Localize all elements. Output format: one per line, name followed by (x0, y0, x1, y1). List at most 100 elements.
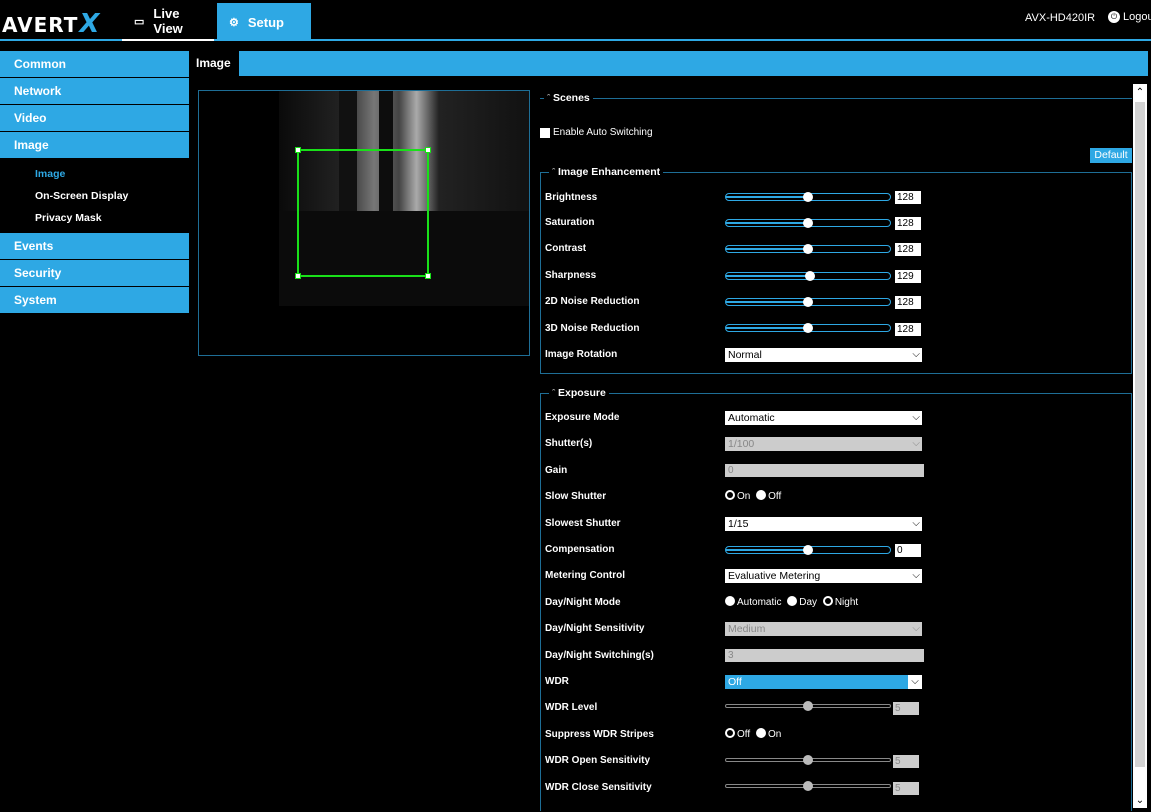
auto-switching-checkbox[interactable] (540, 128, 550, 138)
roi-handle[interactable] (425, 147, 431, 153)
sidebar-subitem-image[interactable]: Image (0, 163, 189, 185)
sharpness-value[interactable]: 129 (895, 270, 921, 283)
sidebar-item-system[interactable]: System (0, 287, 189, 313)
sidebar-item-network[interactable]: Network (0, 78, 189, 104)
slow-shutter-off-radio[interactable] (756, 490, 767, 500)
slowest-shutter-value: 1/15 (728, 518, 749, 530)
roi-box[interactable] (295, 147, 431, 279)
metering-select[interactable]: Evaluative Metering ⌵ (725, 569, 922, 583)
daynight-day-radio[interactable] (787, 596, 798, 606)
saturation-label: Saturation (545, 217, 595, 228)
daynight-auto-label: Automatic (737, 597, 782, 608)
wdr-close-value[interactable]: 5 (893, 782, 919, 795)
gain-input[interactable]: 0 (725, 464, 924, 477)
roi-handle[interactable] (295, 147, 301, 153)
brightness-label: Brightness (545, 192, 598, 203)
switching-input[interactable]: 3 (725, 649, 924, 662)
nav-live-view-label: Live View (153, 6, 183, 36)
wdr-level-value[interactable]: 5 (893, 702, 919, 715)
video-preview (198, 90, 530, 356)
nr2d-slider[interactable] (725, 297, 891, 307)
sharpness-label: Sharpness (545, 270, 597, 281)
nav-setup[interactable]: ⚙ Setup (217, 3, 311, 41)
shutter-label: Shutter(s) (545, 438, 593, 449)
sidebar-subitem-privacy-mask[interactable]: Privacy Mask (0, 207, 189, 229)
compensation-slider[interactable] (725, 545, 891, 555)
wdr-level-slider[interactable] (725, 701, 891, 711)
sidebar-item-common[interactable]: Common (0, 51, 189, 77)
sidebar-item-video[interactable]: Video (0, 105, 189, 131)
sidebar-item-security[interactable]: Security (0, 260, 189, 286)
sensitivity-select[interactable]: Medium ⌵ (725, 622, 922, 636)
chevron-down-icon: ⌵ (912, 518, 920, 529)
slow-shutter-on-radio[interactable] (725, 490, 735, 500)
wdr-select[interactable]: Off ⌵ (725, 675, 922, 689)
scrollbar-thumb[interactable] (1135, 102, 1145, 767)
rotation-label: Image Rotation (545, 349, 618, 360)
wdr-open-label: WDR Open Sensitivity (545, 755, 651, 766)
saturation-value[interactable]: 128 (895, 217, 921, 230)
contrast-label: Contrast (545, 243, 587, 254)
auto-switching-label: Enable Auto Switching (553, 127, 653, 138)
sharpness-slider[interactable] (725, 271, 891, 281)
shutter-value: 1/100 (728, 438, 755, 450)
nr2d-value[interactable]: 128 (895, 296, 921, 309)
suppress-radios: Off On (725, 728, 784, 740)
rotation-select[interactable]: Normal ⌵ (725, 348, 922, 362)
slowest-shutter-label: Slowest Shutter (545, 518, 621, 529)
daynight-night-radio[interactable] (822, 596, 833, 606)
wdr-close-label: WDR Close Sensitivity (545, 782, 652, 793)
scroll-up-icon[interactable]: ⌃ (1133, 86, 1147, 100)
nav-setup-label: Setup (247, 14, 284, 30)
wdr-open-slider[interactable] (725, 755, 891, 765)
rotation-select-value: Normal (728, 349, 762, 361)
suppress-on-radio[interactable] (755, 728, 766, 738)
logout-button[interactable]: ⏻ Logou (1108, 11, 1151, 23)
wdr-open-value[interactable]: 5 (893, 755, 919, 768)
roi-handle[interactable] (425, 273, 431, 279)
compensation-label: Compensation (545, 544, 615, 555)
contrast-slider[interactable] (725, 244, 891, 254)
sidebar-item-image[interactable]: Image (0, 132, 189, 158)
brand-prefix: AVERT (2, 13, 79, 37)
chevron-down-icon: ⌵ (912, 349, 920, 360)
slow-shutter-label: Slow Shutter (545, 491, 607, 502)
scrollbar[interactable]: ⌃ ⌄ (1133, 84, 1147, 808)
daynight-radios: Automatic Day Night (725, 596, 861, 608)
sensitivity-value: Medium (728, 623, 766, 635)
saturation-slider[interactable] (725, 218, 891, 228)
wdr-close-slider[interactable] (725, 781, 891, 791)
nav-live-view[interactable]: ▭ Live View (122, 3, 214, 41)
exposure-title: Exposure (558, 387, 606, 399)
slowest-shutter-select[interactable]: 1/15 ⌵ (725, 517, 922, 531)
exposure-mode-select[interactable]: Automatic ⌵ (725, 411, 922, 425)
contrast-value[interactable]: 128 (895, 243, 921, 256)
exposure-mode-label: Exposure Mode (545, 412, 620, 423)
page-header-bar (191, 51, 1148, 76)
slow-shutter-radios: On Off (725, 490, 784, 502)
roi-handle[interactable] (295, 273, 301, 279)
device-name: AVX-HD420IR (1025, 12, 1096, 24)
wdr-level-label: WDR Level (545, 702, 598, 713)
nr2d-label: 2D Noise Reduction (545, 296, 640, 307)
daynight-auto-radio[interactable] (725, 596, 735, 606)
shutter-select[interactable]: 1/100 ⌵ (725, 437, 922, 451)
brightness-slider[interactable] (725, 192, 891, 202)
default-button[interactable]: Default (1090, 148, 1132, 163)
brightness-value[interactable]: 128 (895, 191, 921, 204)
metering-label: Metering Control (545, 570, 625, 581)
chevron-down-icon: ⌵ (912, 570, 920, 581)
nr3d-slider[interactable] (725, 323, 891, 333)
brand-suffix: X (79, 9, 101, 39)
tab-image[interactable]: Image (191, 51, 239, 76)
settings-panel: ˆ Scenes Enable Auto Switching Default ˆI… (538, 86, 1134, 811)
sidebar-subitem-osd[interactable]: On-Screen Display (0, 185, 189, 207)
chevron-down-icon: ⌵ (908, 675, 922, 689)
sidebar-item-events[interactable]: Events (0, 233, 189, 259)
scroll-down-icon[interactable]: ⌄ (1133, 794, 1147, 808)
gear-icon: ⚙ (229, 16, 239, 29)
suppress-off-radio[interactable] (725, 728, 735, 738)
compensation-value[interactable]: 0 (895, 544, 921, 557)
nr3d-value[interactable]: 128 (895, 323, 921, 336)
monitor-icon: ▭ (134, 15, 145, 28)
